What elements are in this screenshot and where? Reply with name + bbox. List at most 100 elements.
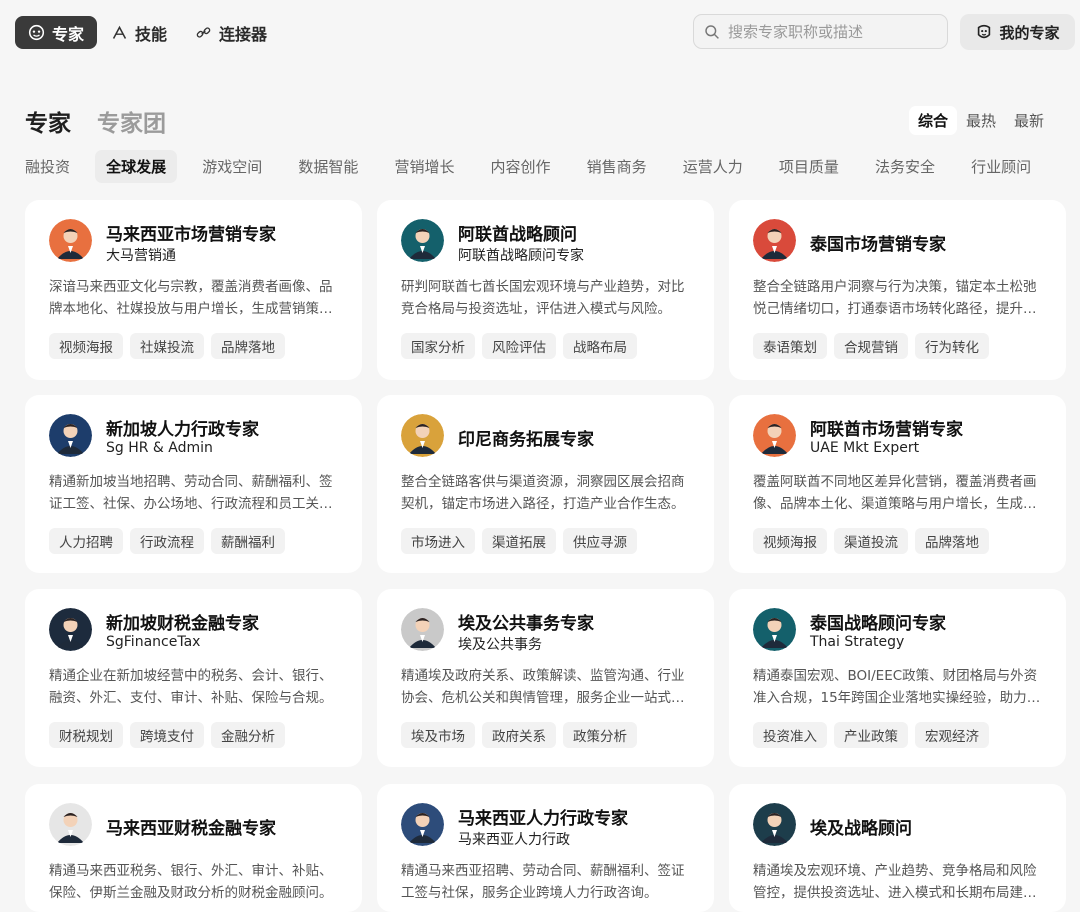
expert-tag[interactable]: 行政流程 [130, 528, 204, 554]
expert-name: 马来西亚人力行政专家 [458, 809, 628, 829]
category-tab[interactable]: 游戏空间 [191, 150, 273, 183]
expert-tag[interactable]: 风险评估 [482, 333, 556, 359]
category-tab[interactable]: 项目质量 [768, 150, 850, 183]
category-tab[interactable]: 法务安全 [864, 150, 946, 183]
expert-avatar [401, 803, 444, 846]
expert-card[interactable]: 阿联酋市场营销专家 UAE Mkt Expert 覆盖阿联酋不同地区差异化营销，覆盖… [729, 395, 1066, 573]
tab-experts-title[interactable]: 专家 [25, 104, 71, 138]
expert-tag[interactable]: 品牌落地 [915, 528, 989, 554]
expert-tag[interactable]: 社媒投流 [130, 333, 204, 359]
expert-tag[interactable]: 产业政策 [834, 722, 908, 748]
expert-description: 研判阿联酋七酋长国宏观环境与产业趋势，对比竞合格局与投资选址，评估进入模式与风险… [401, 279, 685, 317]
sort-newest[interactable]: 最新 [1005, 106, 1053, 135]
nav-tab-experts-label: 专家 [52, 24, 85, 44]
expert-tag[interactable]: 金融分析 [211, 722, 285, 748]
expert-card[interactable]: 埃及战略顾问精通埃及宏观环境、产业趋势、竞争格局和风险管控，提供投资选址、进入模… [729, 784, 1066, 912]
category-tab[interactable]: 融投资 [14, 150, 81, 183]
expert-subtitle: SgFinanceTax [106, 634, 201, 650]
category-tab[interactable]: 销售商务 [576, 150, 658, 183]
expert-description: 精通新加坡当地招聘、劳动合同、薪酬福利、签证工签、社保、办公场地、行政流程和员工… [49, 474, 333, 512]
expert-tags: 埃及市场 政府关系 政策分析 [401, 722, 637, 748]
expert-tag[interactable]: 人力招聘 [49, 528, 123, 554]
expert-avatar [401, 608, 444, 651]
nav-tab-skills[interactable]: 技能 [98, 16, 180, 49]
sort-switcher: 综合 最热 最新 [909, 104, 1067, 136]
expert-avatar [753, 608, 796, 651]
expert-tags: 财税规划 跨境支付 金融分析 [49, 722, 285, 748]
expert-name: 马来西亚市场营销专家 [106, 225, 276, 245]
sort-comprehensive[interactable]: 综合 [909, 105, 958, 135]
tab-expert-groups-title[interactable]: 专家团 [97, 104, 166, 138]
expert-tag[interactable]: 行为转化 [915, 333, 989, 359]
expert-name: 泰国市场营销专家 [810, 235, 946, 255]
expert-tags: 泰语策划 合规营销 行为转化 [753, 333, 989, 359]
my-experts-button[interactable]: 我的专家 [960, 14, 1075, 50]
category-tab-active[interactable]: 全球发展 [95, 150, 178, 183]
expert-tag[interactable]: 跨境支付 [130, 722, 204, 748]
search-input[interactable] [726, 21, 940, 42]
expert-avatar [401, 219, 444, 262]
expert-tag[interactable]: 渠道投流 [834, 528, 908, 554]
category-tab[interactable]: 数据智能 [287, 150, 369, 183]
expert-name: 埃及公共事务专家 [458, 614, 594, 634]
expert-card[interactable]: 马来西亚市场营销专家大马营销通深谙马来西亚文化与宗教，覆盖消费者画像、品牌本地化… [25, 200, 362, 380]
category-tab[interactable]: 营销增长 [383, 150, 465, 183]
expert-tag[interactable]: 国家分析 [401, 333, 475, 359]
expert-subtitle: Thai Strategy [810, 634, 905, 650]
category-tab[interactable]: 运营人力 [672, 150, 754, 183]
link-icon [196, 27, 211, 38]
expert-tag[interactable]: 宏观经济 [915, 722, 989, 748]
expert-name: 印尼商务拓展专家 [458, 430, 594, 450]
search-box[interactable] [693, 14, 948, 49]
expert-description: 精通埃及宏观环境、产业趋势、竞争格局和风险管控，提供投资选址、进入模式和长期布局… [753, 863, 1037, 901]
expert-card[interactable]: 马来西亚人力行政专家 马来西亚人力行政 精通马来西亚招聘、劳动合同、薪酬福利、签证工… [377, 784, 714, 912]
expert-tag[interactable]: 战略布局 [563, 333, 637, 359]
expert-card[interactable]: 新加坡财税金融专家 SgFinanceTax 精通企业在新加坡经营中的税务、会计、银… [25, 589, 362, 767]
expert-tag[interactable]: 供应寻源 [563, 528, 637, 554]
expert-description: 深谙马来西亚文化与宗教，覆盖消费者画像、品牌本地化、社媒投放与用户增长，生成营销… [49, 279, 333, 317]
expert-tag[interactable]: 政策分析 [563, 722, 637, 748]
expert-subtitle: 马来西亚人力行政 [458, 832, 570, 848]
expert-avatar [49, 219, 92, 262]
expert-tags: 国家分析 风险评估 战略布局 [401, 333, 637, 359]
expert-card[interactable]: 泰国市场营销专家整合全链路用户洞察与行为决策，锚定本土松弛悦己情绪切口，打通泰语… [729, 200, 1066, 380]
expert-tag[interactable]: 渠道拓展 [482, 528, 556, 554]
expert-name: 新加坡人力行政专家 [106, 420, 259, 440]
skills-icon [112, 25, 127, 39]
expert-tag[interactable]: 合规营销 [834, 333, 908, 359]
expert-tag[interactable]: 薪酬福利 [211, 528, 285, 554]
expert-avatar [753, 414, 796, 457]
expert-name: 阿联酋战略顾问 [458, 225, 577, 245]
expert-card[interactable]: 阿联酋战略顾问 阿联酋战略顾问专家 研判阿联酋七酋长国宏观环境与产业趋势，对比竞合格… [377, 200, 714, 380]
expert-tag[interactable]: 泰语策划 [753, 333, 827, 359]
expert-tag[interactable]: 财税规划 [49, 722, 123, 748]
expert-icon [28, 24, 45, 41]
expert-card[interactable]: 新加坡人力行政专家 Sg HR & Admin 精通新加坡当地招聘、劳动合同、薪酬福… [25, 395, 362, 573]
expert-name: 阿联酋市场营销专家 [810, 420, 963, 440]
expert-tag[interactable]: 视频海报 [753, 528, 827, 554]
expert-tag[interactable]: 政府关系 [482, 722, 556, 748]
expert-tag[interactable]: 埃及市场 [401, 722, 475, 748]
expert-tag[interactable]: 品牌落地 [211, 333, 285, 359]
nav-tab-experts[interactable]: 专家 [15, 16, 98, 49]
category-tab[interactable]: 内容创作 [480, 150, 562, 183]
expert-tag[interactable]: 视频海报 [49, 333, 123, 359]
expert-card[interactable]: 埃及公共事务专家 埃及公共事务 精通埃及政府关系、政策解读、监管沟通、行业协会、危机… [377, 589, 714, 767]
nav-tab-connectors-label: 连接器 [219, 24, 268, 44]
expert-name: 新加坡财税金融专家 [106, 614, 259, 634]
nav-tab-connectors[interactable]: 连接器 [182, 16, 280, 49]
expert-card[interactable]: 泰国战略顾问专家 Thai Strategy 精通泰国宏观、BOI/EEC政策、财团… [729, 589, 1066, 767]
expert-description: 整合全链路用户洞察与行为决策，锚定本土松弛悦己情绪切口，打通泰语市场转化路径，提… [753, 279, 1037, 317]
expert-name: 埃及战略顾问 [810, 819, 912, 839]
expert-card[interactable]: 印尼商务拓展专家整合全链路客供与渠道资源，洞察园区展会招商契机，锚定市场进入路径… [377, 395, 714, 573]
my-experts-label: 我的专家 [999, 23, 1060, 42]
nav-tab-skills-label: 技能 [135, 24, 168, 44]
expert-subtitle: 大马营销通 [106, 248, 176, 264]
expert-name: 泰国战略顾问专家 [810, 614, 946, 634]
sort-hottest[interactable]: 最热 [957, 106, 1005, 135]
expert-card[interactable]: 马来西亚财税金融专家 精通马来西亚税务、银行、外汇、审计、补贴、保险、伊斯兰金融及… [25, 784, 362, 912]
expert-tag[interactable]: 市场进入 [401, 528, 475, 554]
expert-avatar [49, 803, 92, 846]
expert-tag[interactable]: 投资准入 [753, 722, 827, 748]
expert-description: 整合全链路客供与渠道资源，洞察园区展会招商契机，锚定市场进入路径，打造产业合作生… [401, 474, 685, 512]
